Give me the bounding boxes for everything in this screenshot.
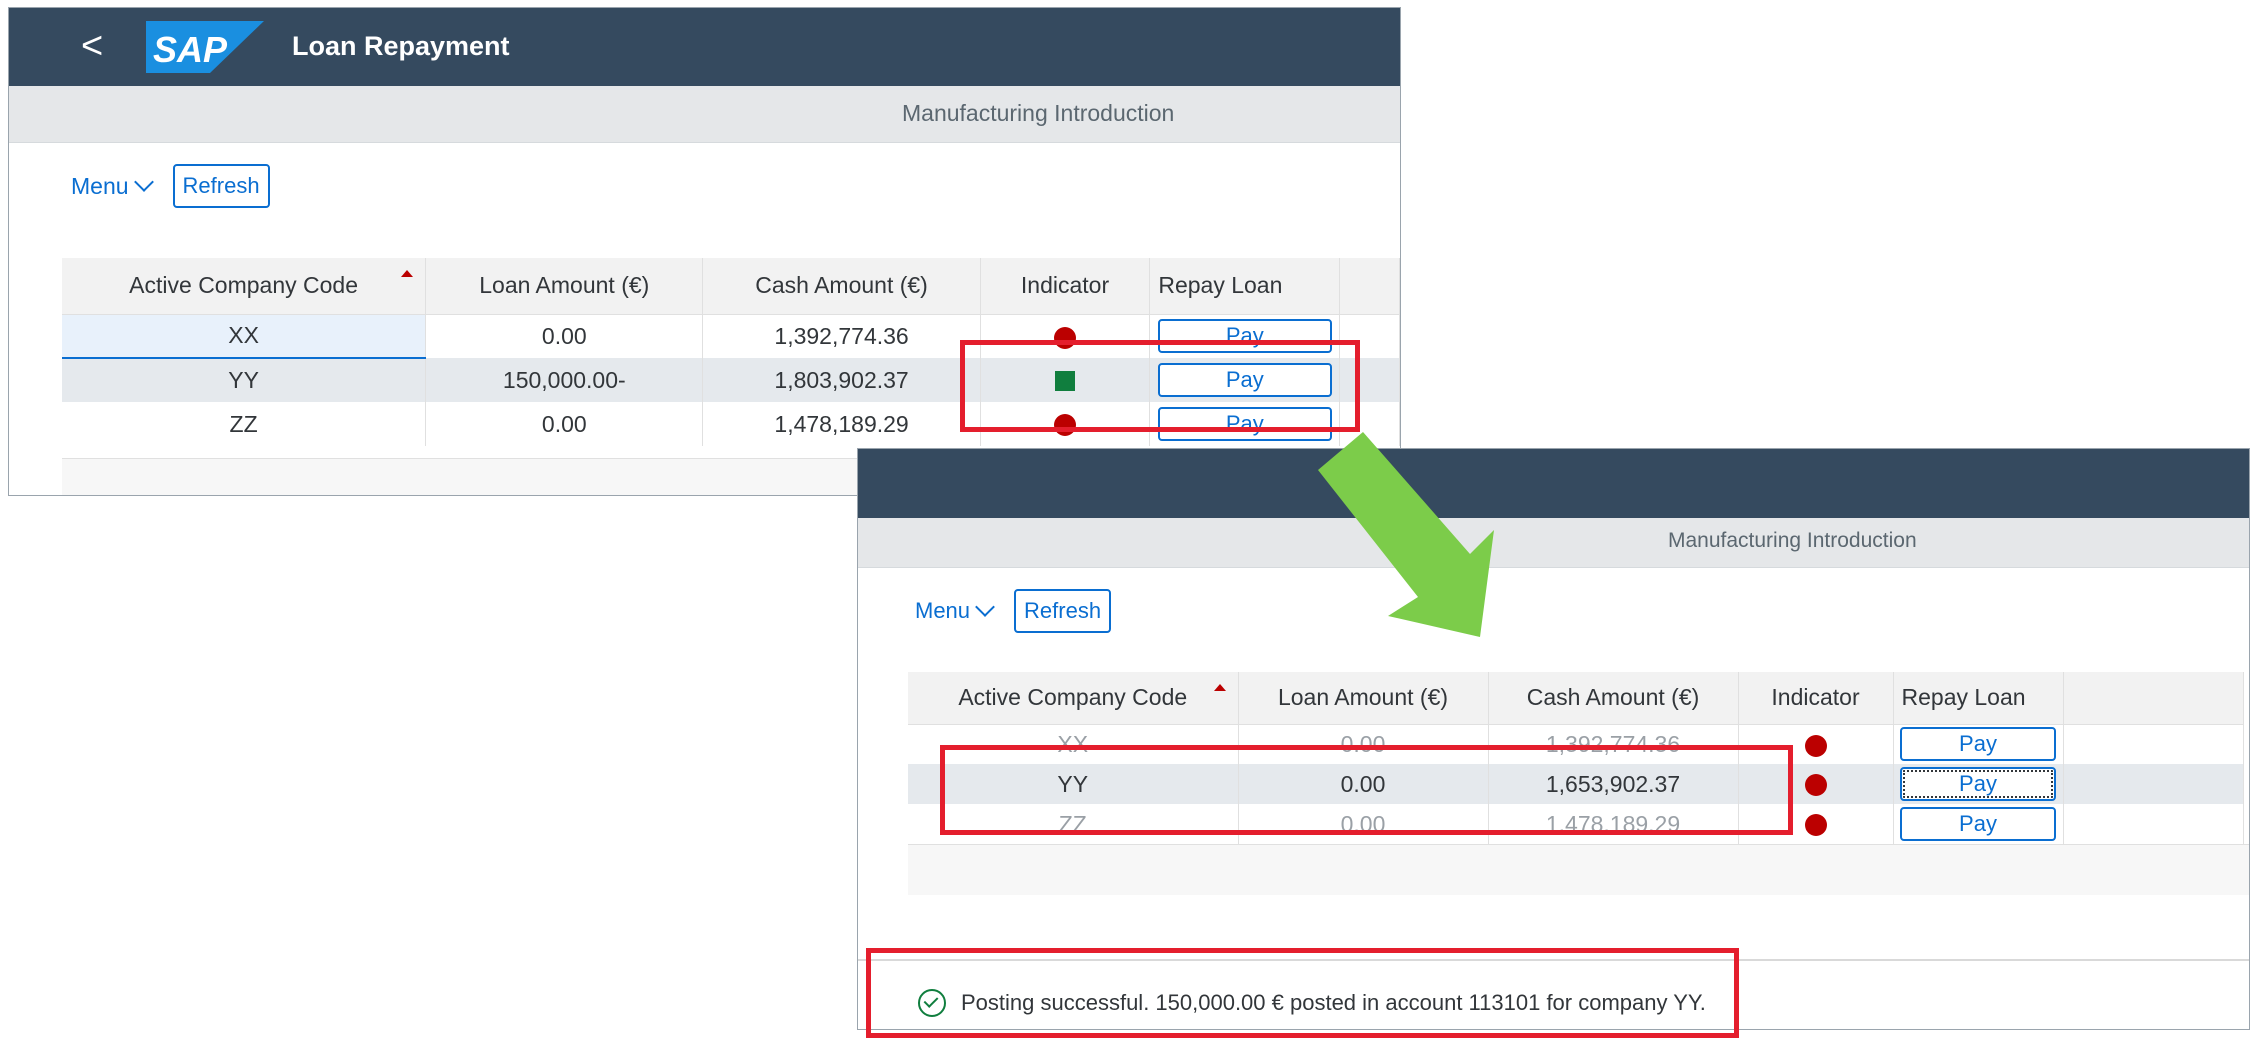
cell-cash-amount: 1,392,774.36 <box>1488 724 1739 764</box>
cell-cash-amount: 1,803,902.37 <box>702 358 981 402</box>
menu-label: Menu <box>71 172 129 199</box>
cell-loan-amount: 0.00 <box>1238 804 1489 844</box>
cell-cash-amount: 1,478,189.29 <box>1488 804 1739 844</box>
cell-cash-amount: 1,392,774.36 <box>702 314 981 358</box>
back-icon[interactable]: < <box>81 24 103 68</box>
menu-button[interactable]: Menu <box>71 172 154 200</box>
table-row[interactable]: ZZ 0.00 1,478,189.29 Pay <box>62 402 1400 446</box>
column-header-empty <box>2063 672 2244 725</box>
svg-text:SAP: SAP <box>153 29 228 70</box>
cell-indicator <box>980 358 1151 402</box>
cell-repay: Pay <box>1149 402 1341 446</box>
table-empty-area <box>908 844 2249 895</box>
sap-logo: SAP <box>146 21 264 73</box>
cell-repay: Pay <box>1893 724 2064 764</box>
red-circle-indicator-icon <box>1804 734 1827 757</box>
cell-indicator <box>1738 804 1894 844</box>
column-header-repay-loan[interactable]: Repay Loan <box>1893 672 2064 725</box>
toolbar: Menu Refresh <box>71 164 270 208</box>
loan-repayment-window-before: < SAP Loan Repayment Manufacturing Intro… <box>8 7 1401 496</box>
sort-ascending-icon <box>401 270 414 277</box>
sub-header: Manufacturing Introduction <box>9 86 1400 143</box>
table-row[interactable]: XX 0.00 1,392,774.36 Pay <box>908 724 2244 764</box>
sort-ascending-icon <box>1213 684 1226 691</box>
app-title: Loan Repayment <box>292 31 510 61</box>
loan-table: Active Company Code Loan Amount (€) Cash… <box>908 672 2244 844</box>
table-row[interactable]: XX 0.00 1,392,774.36 Pay <box>62 314 1400 359</box>
column-header-company-code[interactable]: Active Company Code <box>908 672 1239 725</box>
cell-repay: Pay <box>1149 314 1341 358</box>
pay-button[interactable]: Pay <box>1900 807 2056 841</box>
cell-cash-amount: 1,478,189.29 <box>702 402 981 446</box>
table-row[interactable]: YY 0.00 1,653,902.37 Pay <box>908 764 2244 804</box>
toolbar: Menu Refresh <box>915 589 1112 633</box>
subheader-title: Manufacturing Introduction <box>1668 529 1917 552</box>
cell-company-code[interactable]: XX <box>62 314 427 359</box>
column-header-cash-amount[interactable]: Cash Amount (€) <box>1488 672 1739 725</box>
subheader-title: Manufacturing Introduction <box>902 100 1175 126</box>
column-header-company-code[interactable]: Active Company Code <box>62 258 427 315</box>
success-check-icon <box>918 989 946 1017</box>
red-circle-indicator-icon <box>1804 814 1827 837</box>
cell-indicator <box>1738 764 1894 804</box>
green-arrow-icon <box>1318 432 1494 637</box>
column-header-repay-loan[interactable]: Repay Loan <box>1149 258 1341 315</box>
cell-loan-amount: 0.00 <box>1238 764 1489 804</box>
red-circle-indicator-icon <box>1054 414 1077 437</box>
cell-cash-amount: 1,653,902.37 <box>1488 764 1739 804</box>
red-circle-indicator-icon <box>1804 774 1827 797</box>
success-message: Posting successful. 150,000.00 € posted … <box>961 990 1706 1015</box>
column-header-cash-amount[interactable]: Cash Amount (€) <box>702 258 981 315</box>
column-header-loan-amount[interactable]: Loan Amount (€) <box>425 258 704 315</box>
red-circle-indicator-icon <box>1054 326 1077 349</box>
cell-company-code[interactable]: ZZ <box>62 402 427 446</box>
chevron-down-icon <box>133 172 154 192</box>
column-header-loan-amount[interactable]: Loan Amount (€) <box>1238 672 1489 725</box>
column-header-indicator[interactable]: Indicator <box>1738 672 1894 725</box>
cell-loan-amount: 150,000.00- <box>425 358 704 402</box>
cell-loan-amount: 0.00 <box>425 402 704 446</box>
cell-company-code[interactable]: ZZ <box>908 804 1239 844</box>
shell-bar: < SAP Loan Repayment <box>9 8 1400 86</box>
chevron-down-icon <box>975 597 995 617</box>
pay-button[interactable]: Pay <box>1900 727 2056 762</box>
menu-button[interactable]: Menu <box>915 597 995 624</box>
cell-company-code[interactable]: YY <box>908 764 1239 804</box>
cell-repay: Pay <box>1149 358 1341 402</box>
table-row[interactable]: ZZ 0.00 1,478,189.29 Pay <box>908 804 2244 844</box>
cell-indicator <box>980 314 1151 358</box>
table-row[interactable]: YY 150,000.00- 1,803,902.37 Pay <box>62 358 1400 402</box>
cell-loan-amount: 0.00 <box>1238 724 1489 764</box>
refresh-button[interactable]: Refresh <box>1014 589 1112 633</box>
refresh-button[interactable]: Refresh <box>172 164 270 208</box>
cell-company-code[interactable]: XX <box>908 724 1239 764</box>
loan-table: Active Company Code Loan Amount (€) Cash… <box>62 258 1400 446</box>
cell-indicator <box>1738 724 1894 764</box>
message-strip: Posting successful. 150,000.00 € posted … <box>858 959 2249 1029</box>
cell-repay: Pay <box>1893 764 2064 804</box>
menu-label: Menu <box>915 598 971 623</box>
cell-company-code[interactable]: YY <box>62 358 427 402</box>
cell-repay: Pay <box>1893 804 2064 844</box>
column-header-indicator[interactable]: Indicator <box>980 258 1151 315</box>
green-square-indicator-icon <box>1055 371 1076 392</box>
cell-indicator <box>980 402 1151 446</box>
pay-button[interactable]: Pay <box>1157 407 1332 441</box>
pay-button[interactable]: Pay <box>1157 319 1332 354</box>
pay-button[interactable]: Pay <box>1157 363 1332 397</box>
pay-button[interactable]: Pay <box>1900 767 2056 801</box>
cell-loan-amount: 0.00 <box>425 314 704 358</box>
column-header-empty <box>1339 258 1400 315</box>
